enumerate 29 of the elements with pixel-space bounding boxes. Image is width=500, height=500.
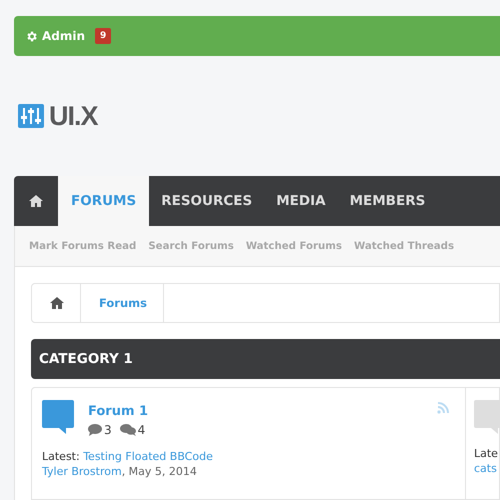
sub-nav-link[interactable]: Watched Threads [354,240,454,252]
user-link[interactable]: Tyler Brostrom [42,465,122,478]
nav-tab[interactable]: MEDIA [264,176,338,226]
latest-post: Latest: Testing Floated BBCode [42,449,214,464]
logo-text[interactable]: UI.X [49,100,98,132]
category-title[interactable]: CATEGORY 1 [39,351,133,367]
sub-nav-link[interactable]: Mark Forums Read [29,240,136,252]
home-icon [29,195,43,207]
comment-icon [88,424,102,436]
sub-nav-link[interactable]: Search Forums [148,240,234,252]
nav-tab[interactable]: MEMBERS [338,176,438,226]
message-count: 4 [120,423,146,437]
breadcrumb-link[interactable]: Forums [81,284,164,322]
forum-title[interactable]: Forum 1 [88,404,148,419]
gear-icon [25,30,38,42]
nav-tab[interactable]: RESOURCES [149,176,264,226]
discussion-count: 3 [88,423,112,437]
post-date: , May 5, 2014 [122,465,197,478]
thread-link[interactable]: Testing Floated BBCode [83,450,213,463]
comments-icon [120,424,136,436]
admin-link[interactable]: Admin [25,29,86,43]
alert-count[interactable]: 9 [95,28,112,44]
latest-post: Late [474,446,499,461]
speech-bubble-icon [42,400,74,434]
home-icon [50,297,64,309]
sub-nav-link[interactable]: Watched Forums [246,240,342,252]
sliders-icon [18,104,44,128]
user-link[interactable]: cats [474,462,497,475]
nav-tab[interactable]: FORUMS [58,176,150,226]
